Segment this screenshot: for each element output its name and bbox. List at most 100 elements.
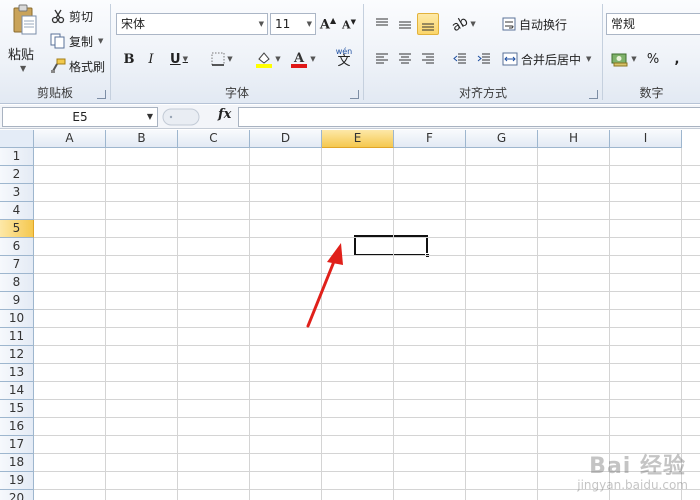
formula-input[interactable] [238,107,700,127]
copy-icon [50,33,65,49]
formula-grip-icon [162,108,200,126]
gridline [34,399,700,400]
merge-center-icon [502,52,518,66]
font-size-select[interactable]: 11 ▼ [270,13,316,35]
gridline [34,219,700,220]
ribbon: 粘贴 ▼ 剪切 复制 ▼ 格式刷 剪贴板 宋体 ▼ 11 ▼ A▲ A▼ B I… [0,0,700,104]
accounting-format-button[interactable]: ▼ [608,48,640,70]
row-header-18[interactable]: 18 [0,454,34,472]
column-header-c[interactable]: C [178,130,250,148]
column-header-b[interactable]: B [106,130,178,148]
borders-icon [211,52,225,66]
gridline [34,201,700,202]
column-header-h[interactable]: H [538,130,610,148]
row-header-15[interactable]: 15 [0,400,34,418]
font-name-select[interactable]: 宋体 ▼ [116,13,268,35]
align-left-button[interactable] [372,48,392,70]
italic-label: I [148,51,154,67]
gridline [34,381,700,382]
row-header-17[interactable]: 17 [0,436,34,454]
orientation-button[interactable]: ab ▼ [450,13,478,35]
underline-label: U [170,51,181,67]
row-header-19[interactable]: 19 [0,472,34,490]
gridline [34,273,700,274]
wrap-text-button[interactable]: 自动换行 [502,13,574,35]
font-launcher-icon[interactable] [350,90,359,99]
font-group: 宋体 ▼ 11 ▼ A▲ A▼ B I U ▼ ▼ ▼ A ▼ wén 文 字体 [111,0,363,104]
row-header-4[interactable]: 4 [0,202,34,220]
formula-controls: fx [160,107,238,127]
merge-center-button[interactable]: 合并后居中 ▼ [502,48,596,70]
row-header-9[interactable]: 9 [0,292,34,310]
phonetic-button[interactable]: wén 文 [329,46,359,68]
column-header-d[interactable]: D [250,130,322,148]
italic-button[interactable]: I [141,48,161,70]
row-header-16[interactable]: 16 [0,418,34,436]
align-right-icon [422,53,434,64]
top-align-button[interactable] [372,13,392,35]
percent-label: % [646,51,660,67]
row-header-5[interactable]: 5 [0,220,34,238]
row-header-12[interactable]: 12 [0,346,34,364]
column-header-i[interactable]: I [610,130,682,148]
row-header-10[interactable]: 10 [0,310,34,328]
paste-dropdown-icon[interactable]: ▼ [20,64,26,73]
borders-button[interactable]: ▼ [207,48,237,70]
font-color-button[interactable]: A ▼ [287,48,319,70]
formula-bar: E5 ▼ fx [0,105,700,129]
phonetic-label: 文 [337,54,351,69]
format-painter-button[interactable]: 格式刷 [50,56,105,76]
comma-style-button[interactable]: , [667,48,687,70]
percent-button[interactable]: % [643,48,663,70]
chevron-down-icon[interactable]: ▼ [147,108,153,126]
paste-icon [13,4,37,35]
gridline [34,435,700,436]
watermark-url: jingyan.baidu.com [577,478,688,492]
row-header-11[interactable]: 11 [0,328,34,346]
fill-color-button[interactable]: ▼ [251,48,285,70]
bold-label: B [123,51,135,67]
increase-indent-button[interactable] [474,48,494,70]
column-header-e[interactable]: E [322,130,394,148]
row-header-6[interactable]: 6 [0,238,34,256]
currency-icon [611,53,628,67]
column-header-a[interactable]: A [34,130,106,148]
gridline [34,345,700,346]
decrease-indent-icon [453,53,466,64]
row-header-1[interactable]: 1 [0,148,34,166]
align-right-button[interactable] [418,48,438,70]
select-all-button[interactable] [0,130,34,148]
gridline [34,291,700,292]
row-header-13[interactable]: 13 [0,364,34,382]
decrease-indent-button[interactable] [450,48,470,70]
align-center-button[interactable] [395,48,415,70]
row-header-14[interactable]: 14 [0,382,34,400]
row-header-20[interactable]: 20 [0,490,34,500]
row-header-8[interactable]: 8 [0,274,34,292]
underline-button[interactable]: U ▼ [164,48,194,70]
shrink-font-button[interactable]: A▼ [340,13,358,35]
column-header-g[interactable]: G [466,130,538,148]
row-header-2[interactable]: 2 [0,166,34,184]
number-format-select[interactable]: 常规 [606,13,700,35]
gridline [34,309,700,310]
row-header-7[interactable]: 7 [0,256,34,274]
grow-font-button[interactable]: A▲ [319,13,337,35]
row-header-3[interactable]: 3 [0,184,34,202]
gridline [34,417,700,418]
alignment-launcher-icon[interactable] [589,90,598,99]
column-header-f[interactable]: F [394,130,466,148]
active-cell[interactable] [354,235,430,258]
name-box[interactable]: E5 ▼ [2,107,158,127]
font-color-icon: A [291,51,308,68]
bottom-align-button[interactable] [417,13,439,35]
clipboard-launcher-icon[interactable] [97,90,106,99]
bold-button[interactable]: B [119,48,139,70]
paste-button[interactable]: 粘贴 ▼ [4,4,44,76]
cut-button[interactable]: 剪切 [50,6,93,26]
insert-function-icon[interactable]: fx [218,107,231,122]
copy-button[interactable]: 复制 ▼ [50,31,103,51]
orientation-icon: ab [449,13,472,35]
middle-align-button[interactable] [395,13,415,35]
copy-dropdown-icon[interactable]: ▼ [98,37,103,45]
